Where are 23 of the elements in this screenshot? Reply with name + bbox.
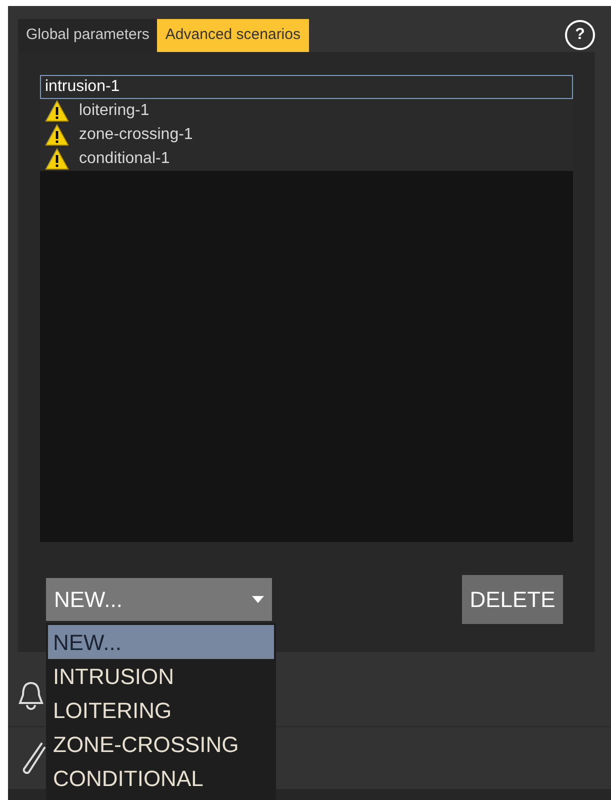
dropdown-option[interactable]: CONDITIONAL — [48, 761, 274, 795]
delete-button[interactable]: DELETE — [462, 575, 563, 624]
scenario-name: conditional-1 — [79, 149, 170, 169]
scenario-name: loitering-1 — [79, 101, 150, 121]
warning-icon — [45, 124, 69, 146]
scenario-name: zone-crossing-1 — [79, 125, 193, 145]
scenario-item[interactable]: intrusion-1 — [40, 75, 573, 99]
dropdown-option[interactable]: INTRUSION — [48, 659, 274, 693]
tab[interactable]: Global parameters — [18, 18, 158, 52]
scenario-item[interactable]: loitering-1 — [40, 99, 573, 123]
dropdown-option[interactable]: NEW... — [48, 625, 274, 659]
dropdown-option[interactable]: ZONE-CROSSING — [48, 727, 274, 761]
warning-icon — [45, 100, 69, 122]
tab[interactable]: Advanced scenarios — [157, 18, 308, 52]
dropdown-option[interactable]: LOITERING — [48, 693, 274, 727]
scenario-item[interactable]: conditional-1 — [40, 147, 573, 171]
scenario-item[interactable]: zone-crossing-1 — [40, 123, 573, 147]
help-button[interactable]: ? — [565, 20, 595, 50]
new-dropdown[interactable]: NEW... — [46, 578, 272, 622]
caret-icon — [252, 596, 264, 602]
warning-icon — [45, 148, 69, 170]
scenario-name: intrusion-1 — [45, 77, 120, 97]
bell-icon — [18, 680, 44, 710]
